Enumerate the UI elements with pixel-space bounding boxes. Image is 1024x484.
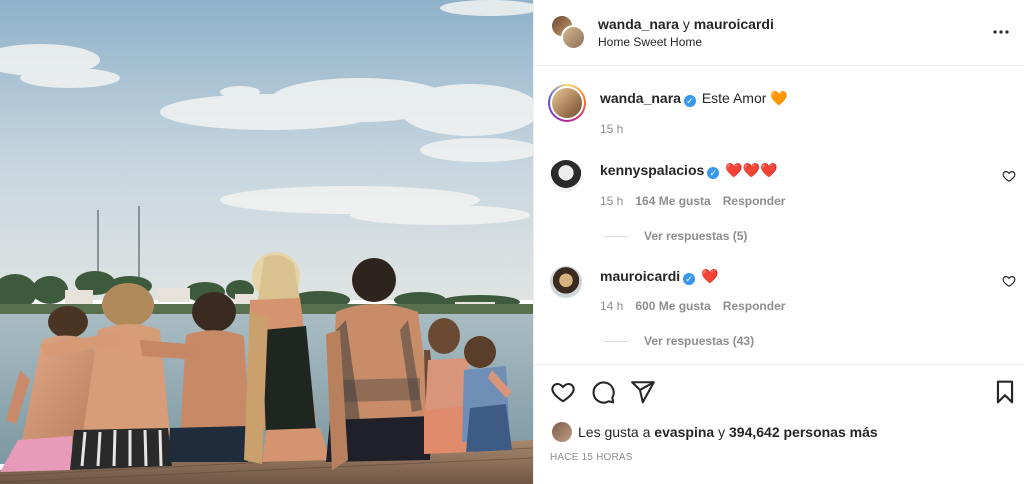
avatar (552, 422, 572, 442)
action-bar (534, 364, 1024, 416)
post-photo[interactable] (0, 0, 533, 484)
avatar (550, 86, 584, 120)
likes-user-link[interactable]: evaspina (654, 424, 714, 440)
comment-like-icon[interactable] (1002, 274, 1016, 288)
photo-scene (0, 0, 533, 484)
caption-username[interactable]: wanda_nara (600, 90, 681, 106)
post-timestamp[interactable]: HACE 15 HORAS (550, 452, 633, 463)
caption-line: wanda_nara ✓ Este Amor 🧡 (600, 90, 788, 107)
comment-meta: 14 h 600 Me gusta Responder (600, 299, 785, 313)
likes-prefix: Les gusta a (578, 424, 651, 440)
comment-icon[interactable] (590, 379, 616, 405)
avatar (561, 25, 586, 50)
comment-likes[interactable]: 164 Me gusta (635, 194, 710, 208)
likes-count-link[interactable]: 394,642 personas más (729, 424, 878, 440)
caption-text: Este Amor (701, 90, 767, 106)
author-link[interactable]: wanda_nara (598, 16, 679, 32)
story-ring-avatar[interactable] (548, 84, 586, 122)
post-detail-panel: wanda_nara y mauroicardi Home Sweet Home… (533, 0, 1024, 484)
author-conjunction: y (682, 16, 690, 32)
post-caption: wanda_nara ✓ Este Amor 🧡 15 h (534, 82, 1024, 142)
view-replies-label: Ver respuestas (5) (644, 229, 748, 243)
reply-button[interactable]: Responder (723, 194, 786, 208)
share-icon[interactable] (630, 379, 656, 405)
comment-time[interactable]: 15 h (600, 194, 623, 208)
likes-connector: y (718, 424, 726, 440)
bookmark-icon[interactable] (992, 379, 1018, 405)
comment-meta: 15 h 164 Me gusta Responder (600, 194, 785, 208)
author-link[interactable]: mauroicardi (694, 16, 774, 32)
more-horizontal-icon[interactable] (989, 20, 1013, 44)
avatar[interactable] (550, 160, 582, 192)
comment-text: ❤️ (701, 268, 719, 284)
comment-time[interactable]: 14 h (600, 299, 623, 313)
comment-text: ❤️❤️❤️ (725, 162, 778, 178)
divider (604, 236, 628, 238)
verified-badge-icon: ✓ (707, 167, 720, 179)
divider (604, 341, 628, 343)
reply-button[interactable]: Responder (723, 299, 786, 313)
caption-emoji: 🧡 (770, 90, 788, 106)
verified-badge-icon: ✓ (683, 95, 696, 107)
verified-badge-icon: ✓ (683, 273, 696, 285)
post-header: wanda_nara y mauroicardi Home Sweet Home (534, 0, 1024, 66)
collab-avatars[interactable] (550, 14, 586, 50)
view-replies-button[interactable]: Ver respuestas (43) (604, 334, 754, 348)
comment-line: kennyspalacios ✓ ❤️❤️❤️ (600, 162, 777, 179)
comment-like-icon[interactable] (1002, 169, 1016, 183)
avatar[interactable] (550, 266, 582, 298)
caption-time[interactable]: 15 h (600, 122, 623, 136)
comment-username[interactable]: kennyspalacios (600, 162, 704, 178)
heart-icon[interactable] (550, 379, 576, 405)
comment-likes[interactable]: 600 Me gusta (635, 299, 710, 313)
location-link[interactable]: Home Sweet Home (598, 35, 702, 49)
comment-line: mauroicardi ✓ ❤️ (600, 268, 718, 285)
view-replies-button[interactable]: Ver respuestas (5) (604, 229, 747, 243)
view-replies-label: Ver respuestas (43) (644, 334, 755, 348)
likes-summary: Les gusta a evaspina y 394,642 personas … (552, 422, 878, 442)
comment-username[interactable]: mauroicardi (600, 268, 680, 284)
post-authors: wanda_nara y mauroicardi (598, 16, 774, 32)
